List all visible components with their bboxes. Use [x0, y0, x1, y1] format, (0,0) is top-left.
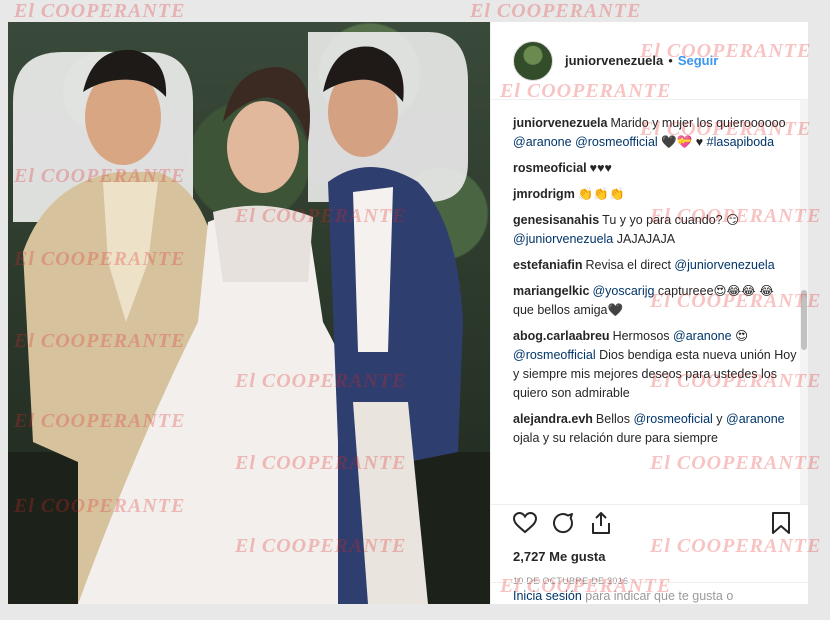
comment-text: Tu y yo para cuando? 😏 — [602, 213, 740, 227]
comment-username[interactable]: juniorvenezuela — [513, 116, 607, 130]
comment-username[interactable]: mariangelkic — [513, 284, 589, 298]
comments-scrollbar[interactable] — [800, 100, 808, 504]
login-prompt: Inicia sesión para indicar que te gusta … — [491, 582, 809, 604]
photo-illustration — [8, 32, 490, 604]
comment-mention[interactable]: @aranone — [673, 329, 732, 343]
avatar[interactable] — [513, 40, 553, 81]
comment-mention[interactable]: #lasapiboda — [707, 135, 774, 149]
comment-text: Revisa el direct — [585, 258, 675, 272]
comment-username[interactable]: genesisanahis — [513, 213, 599, 227]
comment-text: Hermosos — [612, 329, 674, 343]
comment-item: alejandra.evh Bellos @rosmeoficial y @ara… — [513, 410, 797, 448]
comment-item: abog.carlaabreu Hermosos @aranone 😍 @rosm… — [513, 327, 797, 403]
heart-icon[interactable] — [512, 511, 538, 539]
scrollbar-thumb[interactable] — [801, 290, 807, 350]
watermark: El COOPERANTE — [14, 0, 186, 22]
comment-username[interactable]: estefaniafin — [513, 258, 582, 272]
comment-text: 😍 — [731, 329, 749, 343]
comment-mention[interactable]: @rosmeofficial — [513, 348, 596, 362]
comment-text: y — [712, 412, 727, 426]
comment-text: Marido y mujer los quieroooooo — [610, 116, 786, 130]
comment-item: juniorvenezuela Marido y mujer los quiero… — [513, 114, 797, 152]
action-icons — [512, 505, 791, 545]
login-link[interactable]: Inicia sesión — [513, 589, 582, 603]
comment-item: mariangelkic @yoscarijg captureee😍😂😂 😂 qu… — [513, 282, 797, 320]
post-username[interactable]: juniorvenezuela — [565, 53, 663, 68]
comment-mention[interactable]: @rosmeoficial — [633, 412, 712, 426]
comment-item: rosmeoficial ♥♥♥ — [513, 159, 797, 178]
comment-text: JAJAJAJA — [613, 232, 676, 246]
comment-username[interactable]: alejandra.evh — [513, 412, 593, 426]
comment-mention[interactable]: @aranone — [513, 135, 572, 149]
bookmark-icon[interactable] — [771, 511, 791, 540]
comment-item: jmrodrigm 👏👏👏 — [513, 185, 797, 204]
comment-text: 🖤💝 ♥ — [657, 135, 707, 149]
post-photo — [8, 22, 490, 604]
comments-list: juniorvenezuela Marido y mujer los quiero… — [491, 100, 809, 504]
comment-item: estefaniafin Revisa el direct @juniorvene… — [513, 256, 797, 275]
comment-mention[interactable]: @yoscarijg — [592, 284, 654, 298]
comment-mention[interactable]: @juniorvenezuela — [674, 258, 774, 272]
comment-text: 👏👏👏 — [577, 187, 625, 201]
comment-icon[interactable] — [551, 511, 575, 540]
comment-text: Bellos — [595, 412, 634, 426]
comment-username[interactable]: abog.carlaabreu — [513, 329, 610, 343]
comment-mention[interactable]: @juniorvenezuela — [513, 232, 613, 246]
comment-item: genesisanahis Tu y yo para cuando? 😏 @jun… — [513, 211, 797, 249]
comment-username[interactable]: jmrodrigm — [513, 187, 575, 201]
comment-username[interactable]: rosmeoficial — [513, 161, 587, 175]
comment-text: ♥♥♥ — [589, 161, 612, 175]
login-text: para indicar que te gusta o — [581, 589, 734, 603]
comment-mention[interactable]: @aranone — [726, 412, 785, 426]
share-icon[interactable] — [589, 511, 613, 540]
watermark: El COOPERANTE — [470, 0, 642, 22]
post-header: juniorvenezuela • Seguir — [491, 22, 808, 100]
comment-mention[interactable]: @rosmeofficial — [575, 135, 658, 149]
header-separator: • — [668, 53, 673, 68]
post-panel: juniorvenezuela • Seguir juniorvenezuela… — [490, 22, 809, 604]
comment-text: ojala y su relación dure para siempre — [513, 431, 718, 445]
follow-button[interactable]: Seguir — [678, 53, 718, 68]
likes-count[interactable]: 2,727 Me gusta — [513, 549, 791, 564]
